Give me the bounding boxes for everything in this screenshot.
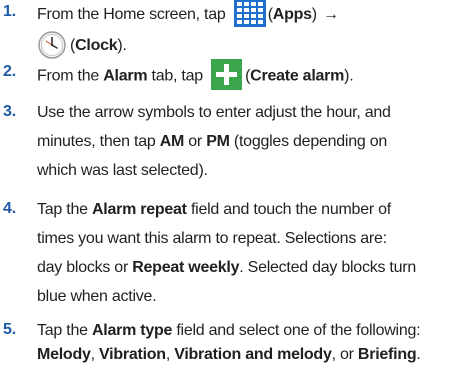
text-line: Melody, Vibration, Vibration and melody,… — [37, 343, 469, 367]
bold-term: Apps — [272, 6, 312, 24]
apps-grid-icon — [233, 0, 266, 27]
text-run: ) — [311, 6, 317, 24]
text-line: From the Alarm tab, tap (Create alarm). — [37, 59, 469, 90]
bold-term: Vibration — [99, 346, 166, 363]
text-run: day blocks or — [37, 259, 133, 276]
text-line: Tap the Alarm type field and select one … — [37, 319, 469, 343]
text-run: , — [90, 346, 100, 363]
text-run: . Selected day blocks turn — [239, 259, 416, 276]
text-line: Use the arrow symbols to enter adjust th… — [37, 104, 391, 121]
text-line: blue when active. — [37, 288, 157, 305]
text-run: From the — [37, 67, 104, 85]
step-number: 3. — [3, 103, 16, 120]
bold-term: Create alarm — [250, 67, 345, 85]
instruction-page: 1. From the Home screen, tap (Apps) → (C… — [0, 0, 471, 364]
text-run: or — [184, 133, 207, 150]
text-run: , — [165, 346, 175, 363]
bold-term: Alarm repeat — [91, 201, 187, 218]
text-run: ). — [344, 67, 354, 85]
text-run: From the Home screen, tap — [37, 6, 230, 24]
bold-term: Repeat weekly — [132, 259, 240, 276]
step-number: 4. — [3, 200, 16, 217]
step-number: 2. — [3, 63, 16, 80]
bold-term: Melody — [37, 346, 91, 363]
step-text: From the Home screen, tap (Apps) → (Cloc… — [37, 0, 469, 59]
text-line: Tap the Alarm repeat field and touch the… — [37, 198, 469, 222]
text-run: Tap the — [37, 322, 92, 339]
bold-term: Clock — [75, 37, 118, 55]
step-number: 1. — [3, 3, 16, 20]
bold-term: PM — [206, 133, 230, 150]
bold-term: Vibration and melody — [174, 346, 332, 363]
plus-icon — [211, 59, 243, 90]
text-line: minutes, then tap AM or PM (toggles depe… — [37, 130, 469, 154]
step-text: From the Alarm tab, tap (Create alarm). — [37, 59, 469, 90]
text-run: Tap the — [37, 201, 92, 218]
text-line: (Clock). — [37, 31, 469, 59]
text-run: ). — [117, 37, 127, 55]
text-run: (toggles depending on — [229, 133, 387, 150]
step-text: Tap the Alarm repeat field and touch the… — [37, 198, 469, 309]
text-run: field and select one of the following: — [172, 322, 421, 339]
bold-term: Alarm — [103, 67, 148, 85]
text-run: , or — [331, 346, 358, 363]
text-run: . — [416, 346, 421, 363]
text-run: minutes, then tap — [37, 133, 160, 150]
step-text: Use the arrow symbols to enter adjust th… — [37, 101, 469, 183]
text-line: which was last selected). — [37, 162, 208, 179]
bold-term: Alarm type — [91, 322, 173, 339]
text-line: times you want this alarm to repeat. Sel… — [37, 230, 387, 247]
clock-icon — [37, 30, 67, 60]
text-run: field and touch the number of — [186, 201, 391, 218]
text-line: day blocks or Repeat weekly. Selected da… — [37, 256, 469, 280]
arrow-right-icon: → — [323, 6, 339, 24]
bold-term: Briefing — [357, 346, 417, 363]
step-number: 5. — [3, 321, 16, 338]
bold-term: AM — [159, 133, 185, 150]
step-text: Tap the Alarm type field and select one … — [37, 319, 469, 367]
text-line: From the Home screen, tap (Apps) → — [37, 0, 469, 27]
text-run: tab, tap — [147, 67, 208, 85]
